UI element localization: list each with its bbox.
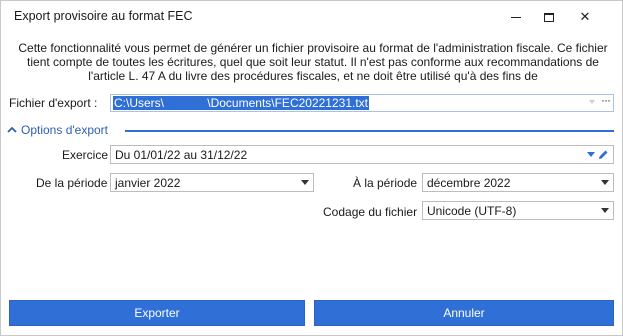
options-section-toggle[interactable]: Options d'export <box>7 122 108 138</box>
export-file-path[interactable]: C:\Users\ \Documents\FEC20221231.txt <box>113 96 369 110</box>
a-la-periode-dropdown-icon[interactable] <box>601 180 609 185</box>
export-file-label: Fichier d'export : <box>9 96 98 110</box>
chevron-up-icon <box>7 126 17 133</box>
codage-dropdown-icon[interactable] <box>601 208 609 213</box>
export-file-input[interactable]: C:\Users\ \Documents\FEC20221231.txt ··· <box>110 93 614 112</box>
de-la-periode-label: De la période <box>36 176 108 190</box>
de-la-periode-value: janvier 2022 <box>115 176 181 190</box>
codage-value: Unicode (UTF-8) <box>427 204 517 218</box>
exercice-label: Exercice <box>62 148 109 162</box>
close-button[interactable]: ✕ <box>567 1 603 33</box>
section-divider <box>125 130 614 132</box>
de-la-periode-select[interactable]: janvier 2022 <box>110 173 314 192</box>
a-la-periode-value: décembre 2022 <box>427 176 511 190</box>
a-la-periode-select[interactable]: décembre 2022 <box>422 173 614 192</box>
cancel-button[interactable]: Annuler <box>314 300 614 326</box>
close-icon: ✕ <box>579 9 591 24</box>
options-section-title: Options d'export <box>21 123 109 137</box>
exercice-select[interactable]: Du 01/01/22 au 31/12/22 <box>110 145 614 164</box>
exercice-dropdown-icon[interactable] <box>587 152 595 157</box>
export-button[interactable]: Exporter <box>9 300 305 326</box>
minimize-button[interactable] <box>498 1 534 33</box>
maximize-icon <box>544 12 554 22</box>
maximize-button[interactable] <box>531 1 567 33</box>
export-fec-dialog: Export provisoire au format FEC ✕ Cette … <box>0 0 623 336</box>
description-text: Cette fonctionnalité vous permet de géné… <box>18 41 608 83</box>
export-file-dropdown-icon[interactable] <box>589 100 595 104</box>
de-la-periode-dropdown-icon[interactable] <box>301 180 309 185</box>
minimize-icon <box>511 16 521 18</box>
edit-pencil-icon[interactable] <box>598 149 609 160</box>
title-bar[interactable]: Export provisoire au format FEC ✕ <box>1 1 622 33</box>
exercice-value: Du 01/01/22 au 31/12/22 <box>115 148 248 162</box>
codage-label: Codage du fichier <box>323 205 418 219</box>
browse-button[interactable]: ··· <box>601 93 611 107</box>
a-la-periode-label: À la période <box>353 176 418 190</box>
codage-select[interactable]: Unicode (UTF-8) <box>422 201 614 220</box>
window-title: Export provisoire au format FEC <box>14 9 193 23</box>
